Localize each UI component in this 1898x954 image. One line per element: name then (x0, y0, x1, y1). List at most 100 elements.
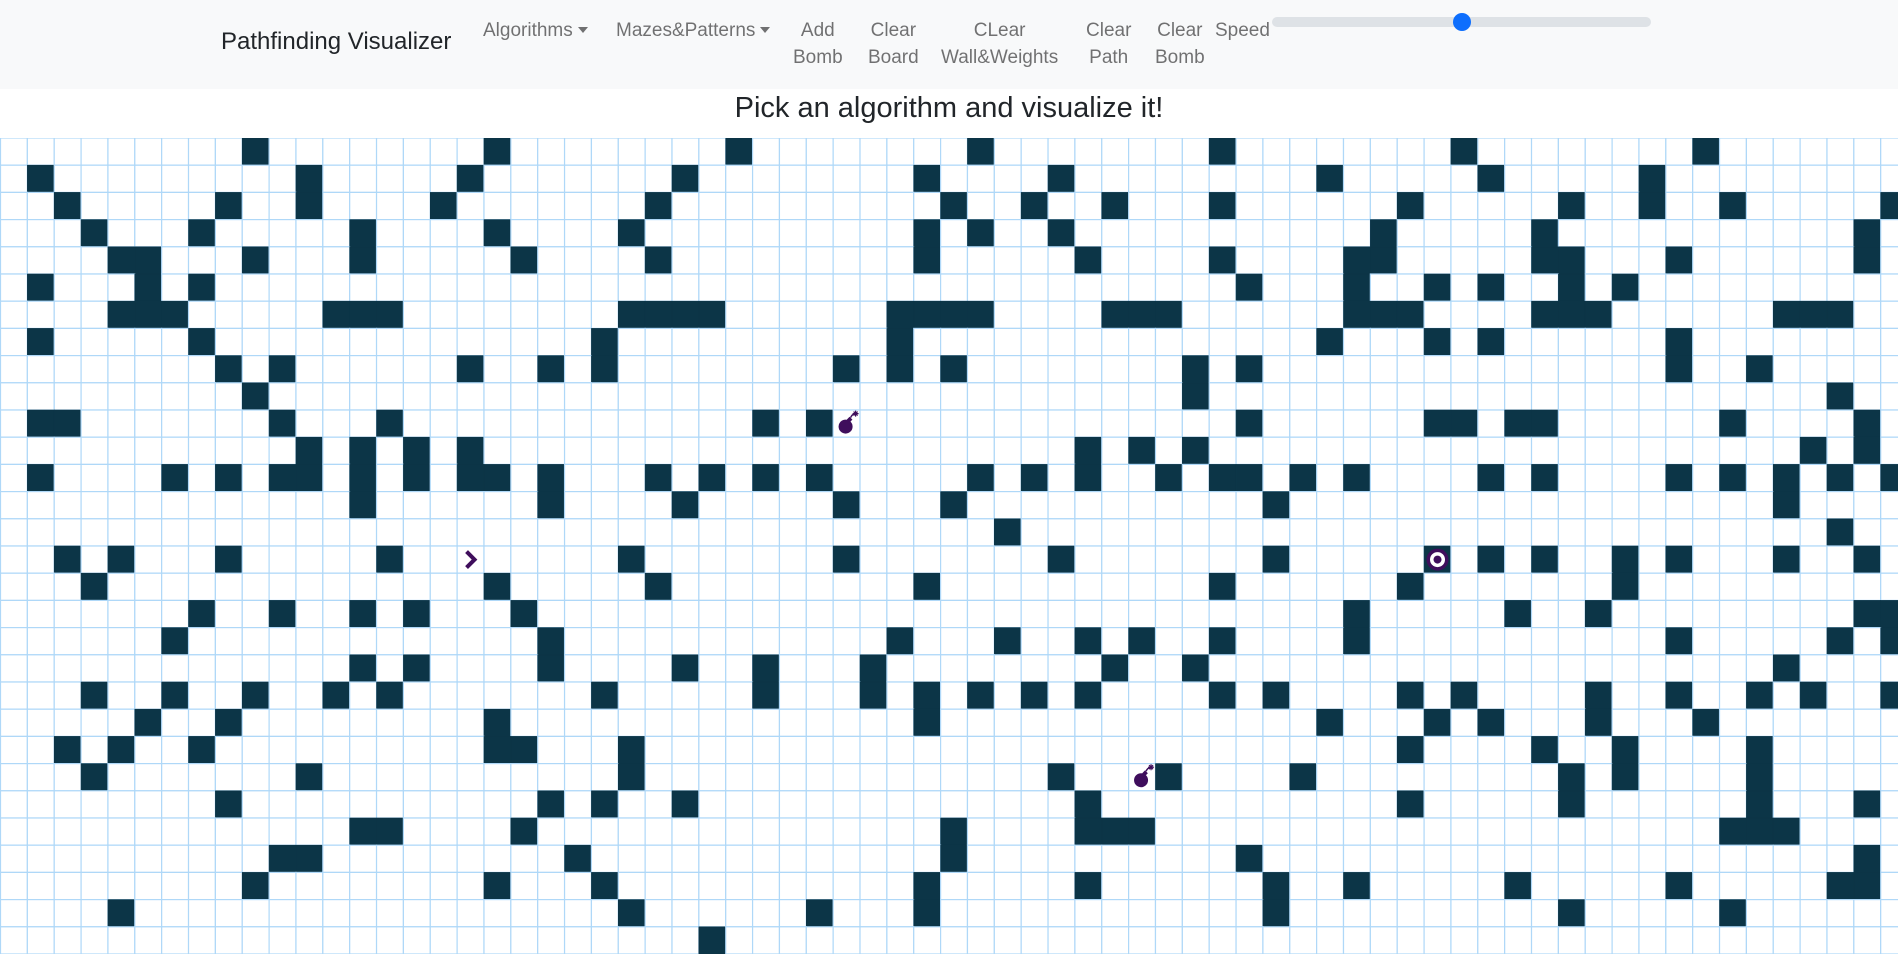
grid-node[interactable] (26, 898, 55, 928)
grid-node[interactable] (590, 191, 619, 221)
grid-node[interactable] (1557, 138, 1586, 166)
grid-node[interactable] (1316, 300, 1345, 329)
grid-node[interactable] (778, 518, 807, 547)
grid-node[interactable] (1718, 355, 1748, 384)
grid-node[interactable] (1584, 518, 1613, 547)
grid-node[interactable] (1665, 382, 1694, 411)
grid-node[interactable] (268, 926, 297, 954)
grid-node[interactable] (698, 164, 727, 194)
grid-node[interactable] (1799, 708, 1828, 738)
grid-node[interactable] (1450, 246, 1479, 275)
grid-node[interactable] (134, 138, 163, 166)
grid-node[interactable] (1584, 382, 1613, 411)
wall-node[interactable] (1235, 844, 1264, 873)
grid-node[interactable] (1342, 545, 1371, 574)
grid-node[interactable] (1826, 844, 1855, 874)
grid-node[interactable] (886, 246, 915, 275)
grid-node[interactable] (268, 246, 297, 275)
grid-node[interactable] (1853, 382, 1882, 411)
grid-node[interactable] (510, 572, 539, 602)
grid-node[interactable] (1289, 218, 1318, 248)
grid-node[interactable] (161, 409, 190, 438)
grid-node[interactable] (886, 382, 915, 411)
wall-node[interactable] (1880, 192, 1898, 220)
grid-node[interactable] (322, 382, 351, 411)
grid-node[interactable] (1880, 790, 1898, 819)
wall-node[interactable] (215, 192, 243, 220)
grid-node[interactable] (80, 191, 109, 221)
grid-node[interactable] (939, 409, 969, 438)
grid-node[interactable] (349, 926, 378, 954)
grid-node[interactable] (1289, 518, 1318, 547)
grid-node[interactable] (510, 218, 539, 248)
grid-node[interactable] (939, 246, 969, 275)
grid-node[interactable] (1772, 409, 1801, 438)
grid-node[interactable] (1047, 572, 1076, 602)
grid-node[interactable] (295, 599, 324, 629)
grid-node[interactable] (1826, 681, 1855, 710)
grid-node[interactable] (1584, 817, 1613, 846)
grid-node[interactable] (107, 191, 136, 221)
grid-node[interactable] (1880, 382, 1898, 411)
grid-node[interactable] (1154, 572, 1183, 602)
wall-node[interactable] (349, 219, 377, 248)
grid-node[interactable] (1369, 518, 1398, 547)
grid-node[interactable] (1692, 327, 1721, 357)
grid-node[interactable] (0, 627, 28, 656)
grid-node[interactable] (1718, 572, 1748, 602)
grid-node[interactable] (1423, 164, 1452, 194)
grid-node[interactable] (1799, 545, 1828, 574)
grid-node[interactable] (725, 871, 754, 901)
grid-node[interactable] (725, 708, 754, 738)
grid-node[interactable] (1128, 409, 1157, 438)
wall-node[interactable] (1182, 355, 1210, 384)
grid-node[interactable] (725, 436, 754, 466)
grid-node[interactable] (1638, 409, 1667, 438)
grid-node[interactable] (1584, 164, 1613, 194)
grid-node[interactable] (0, 926, 28, 954)
grid-node[interactable] (1342, 327, 1371, 357)
grid-node[interactable] (80, 138, 109, 166)
grid-node[interactable] (1154, 191, 1183, 221)
grid-node[interactable] (375, 327, 405, 357)
grid-node[interactable] (1826, 599, 1855, 629)
grid-node[interactable] (1745, 436, 1774, 466)
wall-node[interactable] (1101, 192, 1129, 220)
algorithms-dropdown[interactable]: Algorithms (483, 17, 588, 44)
wall-node[interactable] (80, 572, 109, 601)
grid-node[interactable] (1477, 138, 1506, 166)
grid-node[interactable] (1423, 817, 1452, 846)
wall-node[interactable] (564, 844, 592, 873)
grid-node[interactable] (993, 436, 1022, 466)
grid-node[interactable] (1450, 491, 1479, 520)
grid-node[interactable] (617, 708, 646, 738)
grid-node[interactable] (1880, 762, 1898, 792)
grid-node[interactable] (886, 654, 915, 683)
grid-node[interactable] (134, 871, 163, 901)
grid-node[interactable] (1450, 735, 1479, 765)
grid-node[interactable] (832, 138, 861, 166)
grid-node[interactable] (1772, 246, 1801, 275)
grid-node[interactable] (939, 518, 969, 547)
grid-node[interactable] (1584, 463, 1613, 493)
grid-node[interactable] (161, 898, 190, 928)
grid-node[interactable] (1853, 300, 1882, 329)
wall-node[interactable] (1074, 681, 1103, 710)
grid-node[interactable] (913, 327, 942, 357)
grid-node[interactable] (375, 926, 405, 954)
grid-node[interactable] (1235, 790, 1264, 819)
grid-node[interactable] (241, 300, 270, 329)
grid-node[interactable] (563, 735, 593, 765)
grid-node[interactable] (134, 491, 163, 520)
grid-node[interactable] (510, 762, 539, 792)
grid-node[interactable] (590, 926, 619, 954)
grid-node[interactable] (1128, 191, 1157, 221)
grid-node[interactable] (886, 681, 915, 710)
grid-node[interactable] (644, 681, 673, 710)
grid-node[interactable] (1101, 164, 1130, 194)
grid-node[interactable] (751, 436, 781, 466)
grid-node[interactable] (456, 491, 485, 520)
grid-node[interactable] (1316, 762, 1345, 792)
grid-node[interactable] (1611, 654, 1640, 683)
wall-node[interactable] (349, 817, 377, 846)
